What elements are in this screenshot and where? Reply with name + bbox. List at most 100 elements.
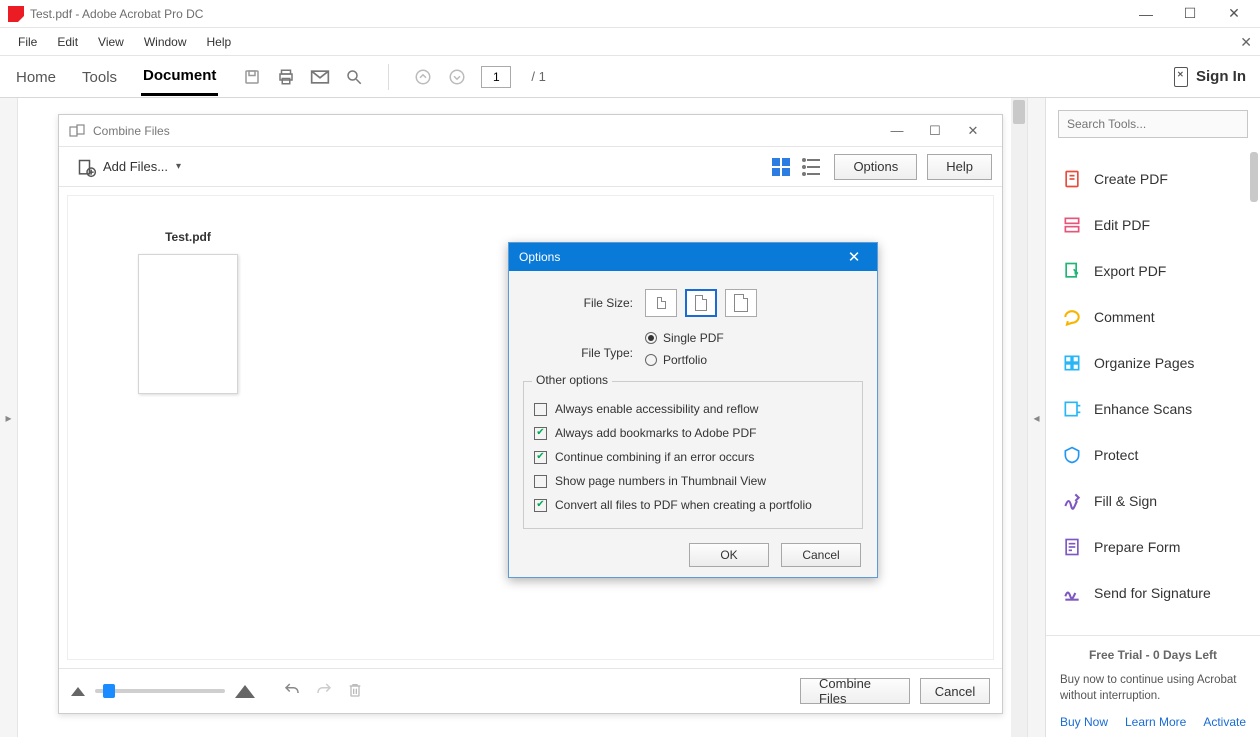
file-size-small-button[interactable] (645, 289, 677, 317)
file-type-label: File Type: (523, 346, 645, 360)
tool-item-fill-sign[interactable]: Fill & Sign (1046, 478, 1260, 524)
add-files-icon (77, 158, 95, 176)
combine-title-label: Combine Files (93, 124, 170, 138)
options-button[interactable]: Options (834, 154, 917, 180)
vertical-scrollbar[interactable] (1011, 98, 1027, 737)
menu-view[interactable]: View (88, 31, 134, 53)
device-icon (1174, 67, 1188, 87)
checkbox-option-0[interactable]: Always enable accessibility and reflow (534, 402, 852, 416)
menu-help[interactable]: Help (197, 31, 242, 53)
radio-portfolio[interactable]: Portfolio (645, 353, 724, 367)
tool-item-organize-pages[interactable]: Organize Pages (1046, 340, 1260, 386)
toolbar-divider (388, 64, 389, 90)
menu-edit[interactable]: Edit (47, 31, 88, 53)
tool-icon (1062, 307, 1082, 327)
checkbox-label: Continue combining if an error occurs (555, 450, 754, 464)
right-panel-scrollbar[interactable] (1250, 150, 1258, 635)
checkbox-option-4[interactable]: Convert all files to PDF when creating a… (534, 498, 852, 512)
page-down-icon[interactable] (447, 67, 467, 87)
list-view-icon[interactable] (802, 159, 820, 175)
help-button[interactable]: Help (927, 154, 992, 180)
tool-item-comment[interactable]: Comment (1046, 294, 1260, 340)
options-dialog-close-icon[interactable]: ✕ (841, 248, 867, 266)
tool-label: Send for Signature (1094, 585, 1211, 601)
menu-file[interactable]: File (8, 31, 47, 53)
search-icon[interactable] (344, 67, 364, 87)
combine-maximize-button[interactable]: ☐ (916, 117, 954, 145)
radio-portfolio-label: Portfolio (663, 353, 707, 367)
file-size-default-button[interactable] (685, 289, 717, 317)
page-up-icon[interactable] (413, 67, 433, 87)
tool-icon (1062, 215, 1082, 235)
delete-icon[interactable] (347, 681, 363, 702)
combine-files-window: Combine Files ― ☐ ✕ Add Files... ▾ (58, 114, 1003, 714)
document-close-icon[interactable]: ✕ (1240, 34, 1252, 51)
tool-item-create-pdf[interactable]: Create PDF (1046, 156, 1260, 202)
tool-item-prepare-form[interactable]: Prepare Form (1046, 524, 1260, 570)
combine-titlebar: Combine Files ― ☐ ✕ (59, 115, 1002, 147)
sign-in-button[interactable]: Sign In (1174, 67, 1246, 87)
minimize-button[interactable]: ― (1124, 0, 1168, 28)
tool-item-send-for-signature[interactable]: Send for Signature (1046, 570, 1260, 616)
checkbox-option-2[interactable]: Continue combining if an error occurs (534, 450, 852, 464)
tool-icon (1062, 353, 1082, 373)
activate-link[interactable]: Activate (1203, 715, 1246, 729)
combine-footer: Combine Files Cancel (59, 669, 1002, 713)
radio-icon (645, 332, 657, 344)
radio-single-pdf[interactable]: Single PDF (645, 331, 724, 345)
checkbox-icon (534, 451, 547, 464)
tab-document[interactable]: Document (141, 57, 218, 96)
options-dialog-title: Options (519, 250, 560, 264)
tool-item-enhance-scans[interactable]: Enhance Scans (1046, 386, 1260, 432)
combine-files-button[interactable]: Combine Files (800, 678, 910, 704)
file-thumbnail[interactable]: Test.pdf (138, 230, 238, 394)
zoom-in-icon[interactable] (235, 685, 255, 698)
other-options-group: Other options Always enable accessibilit… (523, 381, 863, 529)
add-files-label: Add Files... (103, 159, 168, 174)
tool-item-export-pdf[interactable]: Export PDF (1046, 248, 1260, 294)
email-icon[interactable] (310, 67, 330, 87)
cancel-button[interactable]: Cancel (781, 543, 861, 567)
print-icon[interactable] (276, 67, 296, 87)
other-options-legend: Other options (532, 373, 612, 387)
tab-tools[interactable]: Tools (80, 59, 119, 95)
tab-home[interactable]: Home (14, 59, 58, 95)
close-button[interactable]: ✕ (1212, 0, 1256, 28)
checkbox-label: Always enable accessibility and reflow (555, 402, 758, 416)
buy-now-link[interactable]: Buy Now (1060, 715, 1108, 729)
combine-cancel-button[interactable]: Cancel (920, 678, 990, 704)
tool-icon (1062, 491, 1082, 511)
tool-label: Create PDF (1094, 171, 1168, 187)
zoom-out-icon[interactable] (71, 687, 85, 696)
file-size-large-button[interactable] (725, 289, 757, 317)
combine-close-button[interactable]: ✕ (954, 117, 992, 145)
tool-item-edit-pdf[interactable]: Edit PDF (1046, 202, 1260, 248)
sign-in-label: Sign In (1196, 68, 1246, 85)
checkbox-icon (534, 499, 547, 512)
file-thumbnail-page (138, 254, 238, 394)
page-input[interactable] (481, 66, 511, 88)
acrobat-icon (8, 6, 24, 22)
combine-files-icon (69, 124, 85, 138)
tool-item-protect[interactable]: Protect (1046, 432, 1260, 478)
redo-icon[interactable] (315, 681, 333, 702)
checkbox-label: Convert all files to PDF when creating a… (555, 498, 812, 512)
right-rail-toggle[interactable]: ◂ (1027, 98, 1045, 737)
menu-window[interactable]: Window (134, 31, 197, 53)
learn-more-link[interactable]: Learn More (1125, 715, 1186, 729)
combine-minimize-button[interactable]: ― (878, 117, 916, 145)
checkbox-option-1[interactable]: Always add bookmarks to Adobe PDF (534, 426, 852, 440)
save-icon[interactable] (242, 67, 262, 87)
left-rail-toggle[interactable]: ▸ (0, 98, 18, 737)
checkbox-option-3[interactable]: Show page numbers in Thumbnail View (534, 474, 852, 488)
thumbnail-view-icon[interactable] (772, 158, 790, 176)
maximize-button[interactable]: ☐ (1168, 0, 1212, 28)
undo-icon[interactable] (283, 681, 301, 702)
zoom-slider[interactable] (95, 689, 225, 693)
tool-label: Edit PDF (1094, 217, 1150, 233)
add-files-button[interactable]: Add Files... ▾ (69, 154, 189, 180)
right-panel: Create PDF Edit PDF Export PDFCommentOrgan… (1045, 98, 1260, 737)
search-tools-input[interactable] (1058, 110, 1248, 138)
tool-label: Prepare Form (1094, 539, 1180, 555)
ok-button[interactable]: OK (689, 543, 769, 567)
